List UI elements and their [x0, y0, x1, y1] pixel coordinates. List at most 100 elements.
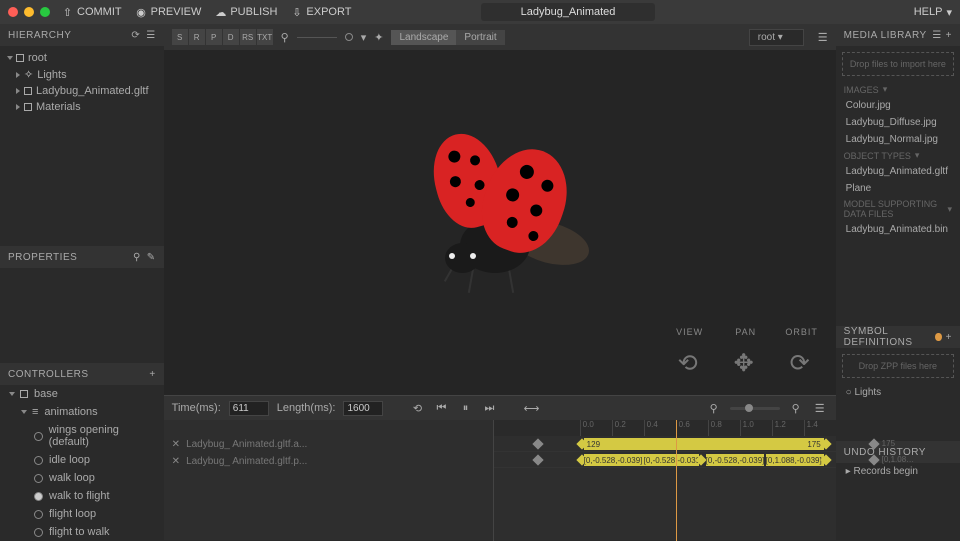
tree-root[interactable]: root: [0, 50, 164, 66]
mode-p[interactable]: P: [206, 29, 222, 45]
length-input[interactable]: [343, 401, 383, 416]
properties-header: PROPERTIES ⚲ ✎: [0, 246, 164, 268]
expand-icon: [16, 88, 20, 94]
publish-button[interactable]: ☁PUBLISH: [215, 6, 277, 18]
keyframe-bar[interactable]: [0,1.088,-0.039]: [766, 454, 824, 466]
playhead[interactable]: [676, 420, 677, 541]
minimize-icon[interactable]: [24, 7, 34, 17]
undo-item[interactable]: ▸ Records begin: [836, 463, 960, 480]
light-icon: ○: [846, 387, 855, 398]
plus-icon[interactable]: +: [946, 30, 952, 41]
support-section[interactable]: MODEL SUPPORTING DATA FILES▾: [836, 197, 960, 221]
symbols-header: SYMBOL DEFINITIONS +: [836, 326, 960, 348]
skip-forward-button[interactable]: ⏭: [481, 400, 497, 416]
skip-back-button[interactable]: ⏮: [433, 400, 449, 416]
media-library-header: MEDIA LIBRARY ☰ +: [836, 24, 960, 46]
zoom-slider[interactable]: [730, 407, 780, 410]
mode-s[interactable]: S: [172, 29, 188, 45]
preview-button[interactable]: ◉PREVIEW: [136, 6, 202, 18]
keyframe-end-label: 175: [882, 439, 895, 448]
ctrl-item-4[interactable]: flight loop: [0, 505, 164, 523]
keyframe-icon[interactable]: [532, 438, 543, 449]
mode-rs[interactable]: RS: [240, 29, 256, 45]
search-icon[interactable]: ⚲: [281, 31, 289, 44]
expand-icon: [7, 56, 13, 60]
edit-icon[interactable]: ✎: [147, 252, 156, 263]
track-1-name[interactable]: ✕Ladybug_ Animated.gltf.a...: [164, 436, 493, 453]
images-section[interactable]: IMAGES▾: [836, 82, 960, 97]
keyframe-bar[interactable]: [0,-0.528,-0.039]: [584, 454, 644, 466]
menu-icon[interactable]: ☰: [146, 30, 155, 41]
expand-icon: [21, 410, 27, 414]
portrait-button[interactable]: Portrait: [456, 30, 504, 45]
mode-d[interactable]: D: [223, 29, 239, 45]
orbit-button[interactable]: ⟳: [780, 343, 820, 383]
ctrl-item-1[interactable]: idle loop: [0, 451, 164, 469]
keyframe-bar[interactable]: [0,-0.528,-0.039]: [706, 454, 764, 466]
plus-icon[interactable]: +: [946, 332, 952, 343]
mode-r[interactable]: R: [189, 29, 205, 45]
media-item[interactable]: Ladybug_Animated.bin: [836, 221, 960, 238]
download-icon: ⇩: [291, 7, 302, 18]
tree-model[interactable]: Ladybug_Animated.gltf: [0, 83, 164, 99]
media-item[interactable]: Ladybug_Normal.jpg: [836, 131, 960, 148]
media-item[interactable]: Plane: [836, 180, 960, 197]
document-title[interactable]: Ladybug_Animated: [481, 3, 656, 21]
commit-button[interactable]: ⇧COMMIT: [62, 6, 122, 18]
cloud-icon: ☁: [215, 7, 226, 18]
cube-icon: [16, 54, 24, 62]
timeline-tracks[interactable]: 0.0 0.2 0.4 0.6 0.8 1.0 1.2 1.4 129175: [494, 420, 836, 541]
expand-icon: [16, 72, 20, 78]
collapse-button[interactable]: ⟷: [523, 400, 539, 416]
objtypes-section[interactable]: OBJECT TYPES▾: [836, 148, 960, 163]
export-button[interactable]: ⇩EXPORT: [291, 6, 351, 18]
tree-lights[interactable]: ✧Lights: [0, 66, 164, 83]
ctrl-item-0[interactable]: wings opening (default): [0, 421, 164, 451]
ctrl-animations[interactable]: ≡animations: [0, 403, 164, 421]
pause-button[interactable]: ⏸: [457, 400, 473, 416]
root-selector[interactable]: root ▾: [749, 29, 804, 46]
ctrl-base[interactable]: base: [0, 385, 164, 403]
mode-txt[interactable]: TXT: [257, 29, 273, 45]
view-button[interactable]: ⟲: [668, 343, 708, 383]
list-icon[interactable]: ☰: [932, 30, 941, 41]
dropdown-icon[interactable]: ▾: [361, 31, 367, 44]
settings-icon[interactable]: ✦: [374, 31, 383, 44]
folder-icon: [20, 390, 28, 398]
symbol-item[interactable]: ○ Lights: [836, 384, 960, 401]
time-input[interactable]: [229, 401, 269, 416]
ctrl-item-2[interactable]: walk loop: [0, 469, 164, 487]
plus-icon[interactable]: +: [149, 369, 155, 380]
media-dropzone[interactable]: Drop files to import here: [842, 52, 954, 76]
zoom-slider[interactable]: [297, 37, 337, 38]
ctrl-item-3[interactable]: walk to flight: [0, 487, 164, 505]
track-2-name[interactable]: ✕Ladybug_ Animated.gltf.p...: [164, 453, 493, 470]
menu-icon[interactable]: ☰: [818, 31, 828, 44]
pan-button[interactable]: ✥: [724, 343, 764, 383]
close-icon[interactable]: [8, 7, 18, 17]
mode-buttons: S R P D RS TXT: [172, 29, 273, 45]
help-button[interactable]: HELP▾: [914, 6, 952, 19]
menu-icon[interactable]: ☰: [812, 400, 828, 416]
zoom-handle[interactable]: [345, 33, 353, 41]
hierarchy-tree: root ✧Lights Ladybug_Animated.gltf Mater…: [0, 46, 164, 246]
loop-button[interactable]: ⟲: [409, 400, 425, 416]
symbols-dropzone[interactable]: Drop ZPP files here: [842, 354, 954, 378]
media-item[interactable]: Ladybug_Diffuse.jpg: [836, 114, 960, 131]
tree-materials[interactable]: Materials: [0, 99, 164, 115]
keyframe-end-label: [0,1.08…: [882, 455, 914, 464]
landscape-button[interactable]: Landscape: [391, 30, 456, 45]
search-icon[interactable]: ⚲: [133, 252, 141, 263]
viewport-3d[interactable]: VIEW⟲ PAN✥ ORBIT⟳: [164, 50, 836, 395]
ctrl-item-5[interactable]: flight to walk: [0, 523, 164, 540]
media-item[interactable]: Ladybug_Animated.gltf: [836, 163, 960, 180]
media-item[interactable]: Colour.jpg: [836, 97, 960, 114]
keyframe-bar[interactable]: [0,-0.528,-0.039]: [644, 454, 699, 466]
zoom-out-icon[interactable]: ⚲: [706, 400, 722, 416]
refresh-icon[interactable]: ⟳: [131, 30, 140, 41]
keyframe-icon[interactable]: [532, 454, 543, 465]
pan-label: PAN: [724, 327, 768, 337]
maximize-icon[interactable]: [40, 7, 50, 17]
keyframe-bar[interactable]: 129175: [584, 438, 824, 450]
zoom-in-icon[interactable]: ⚲: [788, 400, 804, 416]
